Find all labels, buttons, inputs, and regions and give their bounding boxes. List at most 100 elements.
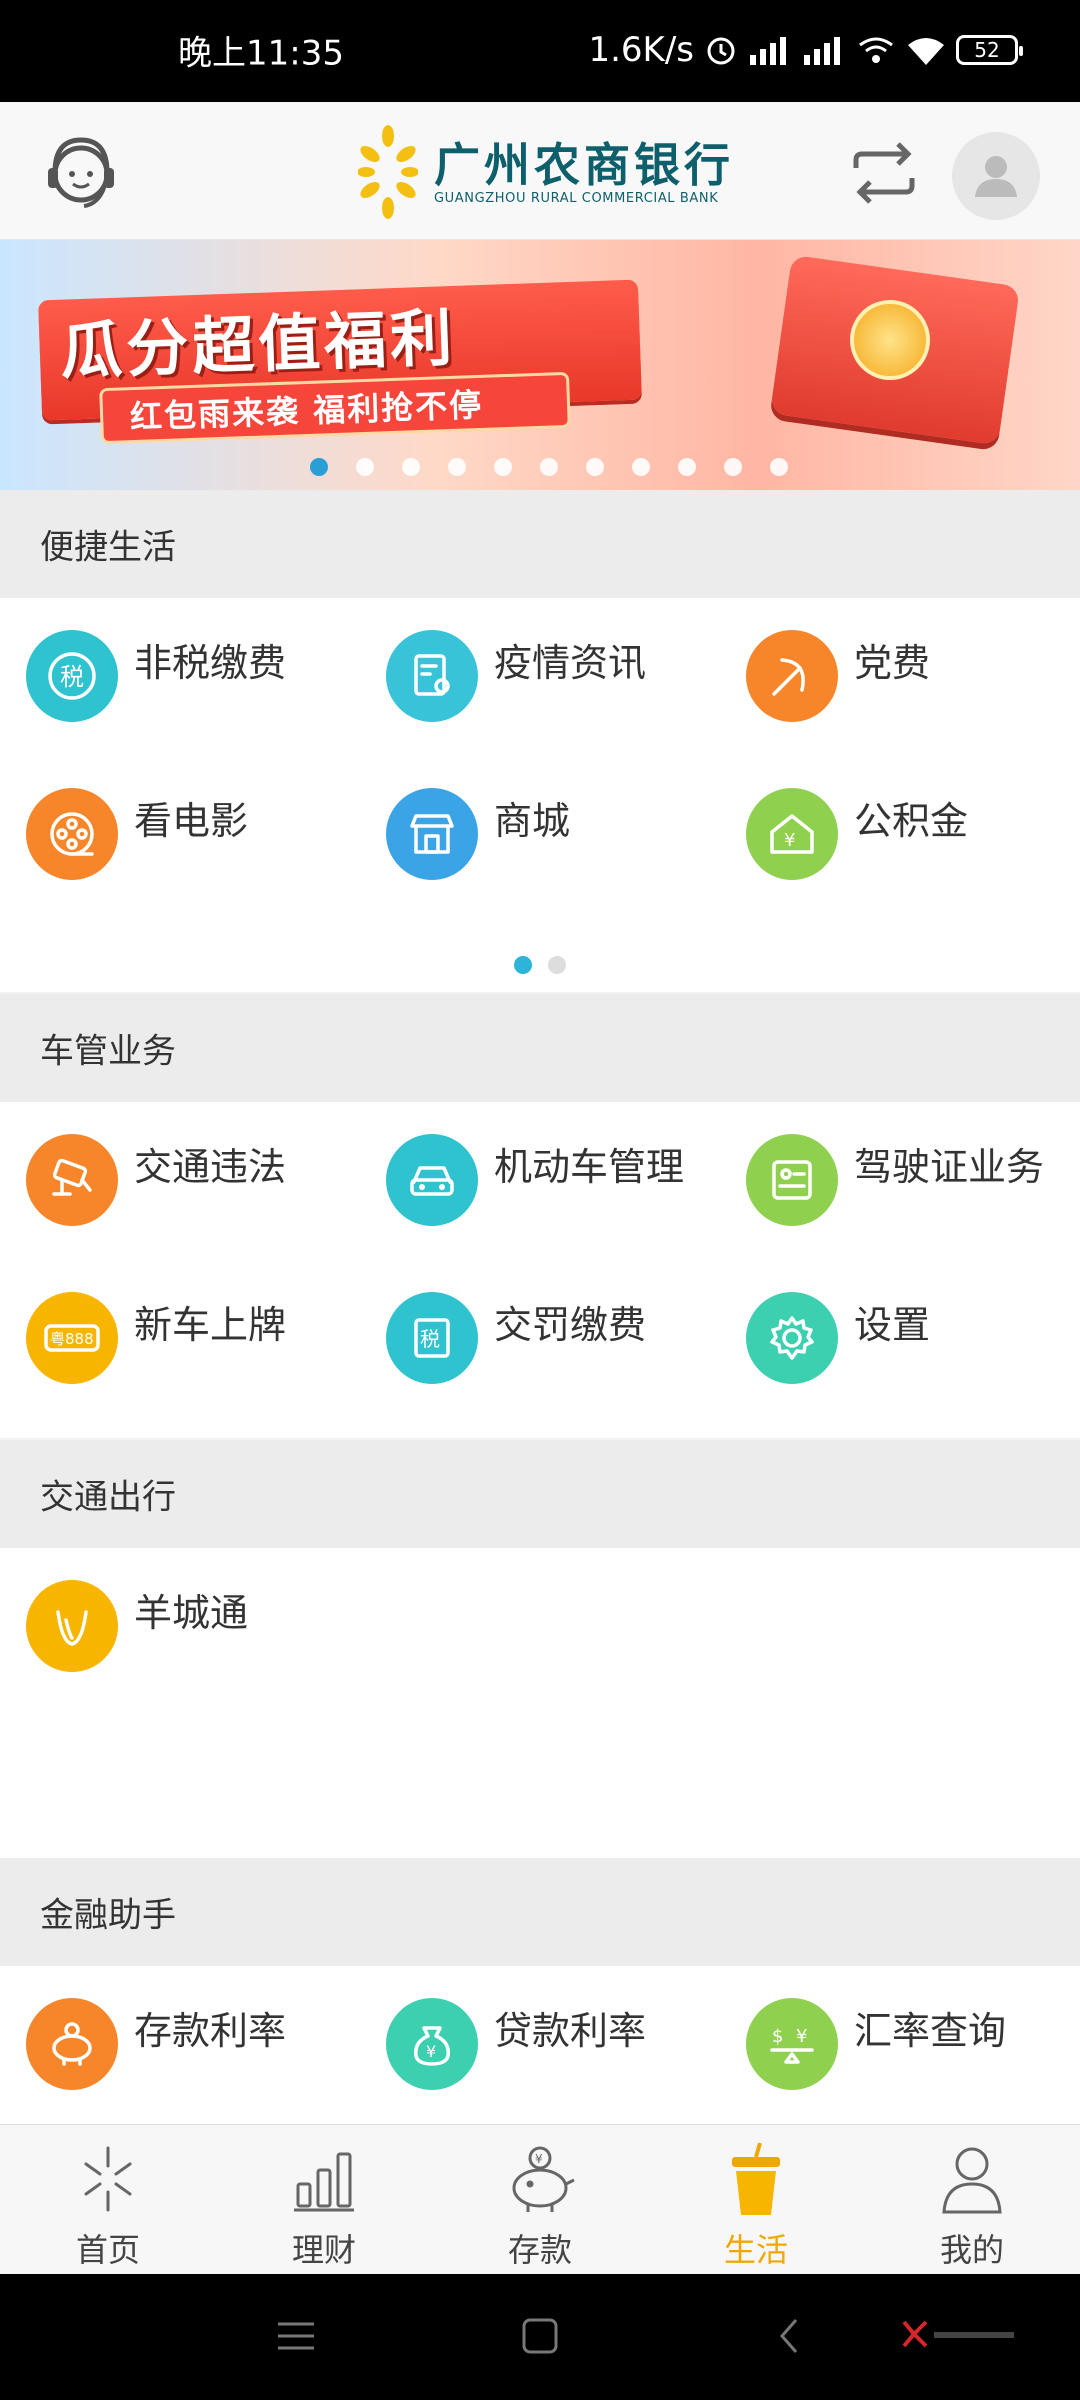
tab-finance[interactable]: 理财: [216, 2125, 432, 2275]
film-reel-icon: [26, 788, 118, 880]
piggy-bank-icon: ¥: [500, 2139, 580, 2219]
service-label: 交通违法: [134, 1145, 287, 1189]
service-item[interactable]: 疫情资讯: [360, 610, 720, 750]
service-label: 驾驶证业务: [854, 1145, 1045, 1189]
section-header: 交通出行: [0, 1440, 1080, 1548]
svg-text:税: 税: [420, 1327, 440, 1351]
back-icon[interactable]: [770, 2316, 810, 2356]
service-item[interactable]: $ ¥ 汇率查询: [720, 1978, 1080, 2118]
store-icon: [386, 788, 478, 880]
battery-level: 52: [974, 38, 1000, 62]
service-item[interactable]: 存款利率: [0, 1978, 360, 2118]
tab-life[interactable]: 生活: [648, 2125, 864, 2275]
promo-banner[interactable]: 瓜分超值福利 红包雨来袭 福利抢不停: [0, 240, 1080, 490]
network-speed: 1.6K/s: [588, 30, 694, 70]
tab-label: 生活: [723, 2231, 788, 2269]
money-bag-icon: ¥: [386, 1998, 478, 2090]
pager-dot[interactable]: [548, 956, 566, 974]
service-item[interactable]: 商城: [360, 768, 720, 908]
piggy-bank-icon: [26, 1998, 118, 2090]
bank-name-en: GUANGZHOU RURAL COMMERCIAL BANK: [434, 190, 719, 206]
tab-label: 存款: [507, 2231, 572, 2269]
system-nav-bar: [0, 2274, 1080, 2400]
section-title: 金融助手: [40, 1895, 176, 1936]
banner-dot[interactable]: [632, 458, 650, 476]
app-header: 广州农商银行 GUANGZHOU RURAL COMMERCIAL BANK: [0, 102, 1080, 240]
document-icon: [386, 630, 478, 722]
tax-icon: 税: [26, 630, 118, 722]
section-title: 交通出行: [40, 1477, 176, 1518]
service-item[interactable]: ¥ 贷款利率: [360, 1978, 720, 2118]
banner-dot[interactable]: [402, 458, 420, 476]
tab-mine[interactable]: 我的: [864, 2125, 1080, 2275]
bottom-tab-bar: 首页 理财 ¥ 存款 生活 我的: [0, 2124, 1080, 2274]
home-logo-icon: [68, 2139, 148, 2219]
coin-icon: [850, 300, 930, 380]
house-fund-icon: ¥: [746, 788, 838, 880]
banner-dot[interactable]: [770, 458, 788, 476]
license-plate-icon: 粤888: [26, 1292, 118, 1384]
customer-service-icon[interactable]: [38, 130, 124, 216]
banner-dot[interactable]: [678, 458, 696, 476]
switch-icon[interactable]: [850, 142, 918, 204]
svg-text:¥: ¥: [796, 2026, 807, 2047]
tab-label: 理财: [291, 2231, 356, 2269]
section-header: 便捷生活: [0, 490, 1080, 598]
gear-icon: [746, 1292, 838, 1384]
yangchengtong-icon: [26, 1580, 118, 1672]
service-label: 汇率查询: [854, 2009, 1007, 2053]
service-item[interactable]: 羊城通: [0, 1560, 360, 1700]
service-label: 看电影: [134, 799, 249, 843]
svg-text:粤888: 粤888: [50, 1330, 94, 1348]
banner-dot[interactable]: [586, 458, 604, 476]
service-grid: 羊城通: [0, 1548, 1080, 1858]
service-item[interactable]: 看电影: [0, 768, 360, 908]
service-item[interactable]: ¥ 公积金: [720, 768, 1080, 908]
tab-home[interactable]: 首页: [0, 2125, 216, 2275]
svg-text:$: $: [772, 2026, 783, 2047]
bank-name: 广州农商银行: [434, 137, 734, 192]
service-label: 非税缴费: [134, 641, 287, 685]
service-label: 存款利率: [134, 2009, 287, 2053]
signal-icon-2: [804, 37, 840, 65]
banner-headline: 瓜分超值福利: [59, 301, 458, 388]
section-title: 便捷生活: [40, 527, 176, 568]
hotspot-icon: [859, 37, 893, 63]
service-label: 公积金: [854, 799, 969, 843]
drink-cup-icon: [716, 2139, 796, 2219]
service-item[interactable]: 税 非税缴费: [0, 610, 360, 750]
home-button-icon[interactable]: [520, 2316, 560, 2356]
user-icon: [932, 2139, 1012, 2219]
bank-logo: 广州农商银行 GUANGZHOU RURAL COMMERCIAL BANK: [358, 124, 734, 220]
menu-icon[interactable]: [276, 2316, 316, 2356]
exchange-rate-icon: $ ¥: [746, 1998, 838, 2090]
banner-dot[interactable]: [494, 458, 512, 476]
traffic-camera-icon: [26, 1134, 118, 1226]
battery-icon: 52: [956, 35, 1023, 65]
watermark-logo-icon: [902, 2320, 1014, 2348]
service-grid: 交通违法 机动车管理 驾驶证业务粤888 新车上牌 税 交罚缴费 设置: [0, 1102, 1080, 1438]
service-item[interactable]: 粤888 新车上牌: [0, 1272, 360, 1412]
service-item[interactable]: 设置: [720, 1272, 1080, 1412]
banner-dot[interactable]: [540, 458, 558, 476]
banner-dot[interactable]: [356, 458, 374, 476]
status-indicators: 1.6K/s 52: [588, 30, 1023, 70]
banner-dot[interactable]: [310, 458, 328, 476]
service-item[interactable]: 税 交罚缴费: [360, 1272, 720, 1412]
service-item[interactable]: 党费: [720, 610, 1080, 750]
service-item[interactable]: 驾驶证业务: [720, 1114, 1080, 1254]
tab-label: 首页: [75, 2231, 140, 2269]
tab-deposit[interactable]: ¥ 存款: [432, 2125, 648, 2275]
service-grid: 存款利率 ¥ 贷款利率 $ ¥ 汇率查询: [0, 1966, 1080, 2124]
pager-dot[interactable]: [514, 956, 532, 974]
avatar[interactable]: [952, 132, 1040, 220]
banner-dot[interactable]: [724, 458, 742, 476]
service-label: 新车上牌: [134, 1303, 287, 1347]
banner-dot[interactable]: [448, 458, 466, 476]
svg-text:¥: ¥: [535, 2152, 543, 2166]
user-icon: [975, 156, 1017, 197]
service-item[interactable]: 机动车管理: [360, 1114, 720, 1254]
car-icon: [386, 1134, 478, 1226]
service-item[interactable]: 交通违法: [0, 1114, 360, 1254]
license-icon: [746, 1134, 838, 1226]
